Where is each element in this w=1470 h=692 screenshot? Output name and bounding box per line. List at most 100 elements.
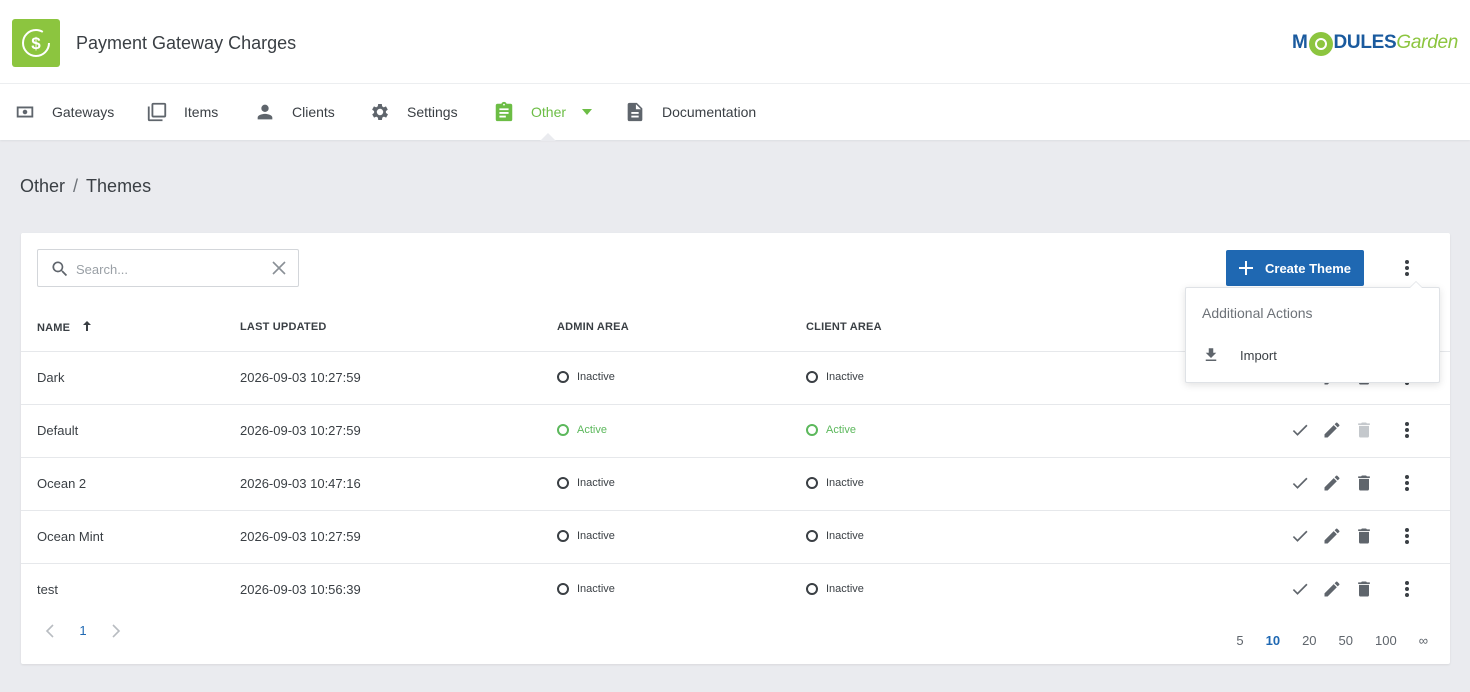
row-kebab-menu-icon[interactable] (1396, 472, 1418, 494)
admin-area-status-label: Inactive (577, 477, 615, 489)
client-area-status: Inactive (806, 477, 864, 489)
nav-item-items[interactable]: Items (146, 84, 218, 140)
nav-item-settings[interactable]: Settings (369, 84, 458, 140)
table-row: Ocean 2 2026-09-03 10:47:16 Inactive Inacti… (21, 457, 1450, 510)
breadcrumb: Other / Themes (20, 176, 151, 197)
logo-text-dules: DULES (1333, 32, 1397, 53)
activate-check-icon[interactable] (1289, 472, 1311, 494)
main-nav: Gateways Items Clients Settings Other Do… (0, 84, 1470, 140)
nav-item-documentation[interactable]: Documentation (624, 84, 756, 140)
row-kebab-menu-icon[interactable] (1396, 578, 1418, 600)
cell-name: Ocean 2 (37, 476, 87, 491)
chevron-left-icon[interactable] (45, 623, 55, 638)
status-dot (806, 424, 818, 436)
nav-active-pointer (540, 133, 556, 141)
cell-last-updated: 2026-09-03 10:27:59 (240, 370, 361, 385)
column-header-admin-area[interactable]: ADMIN AREA (557, 321, 629, 333)
copy-icon (147, 102, 167, 122)
status-dot (806, 477, 818, 489)
breadcrumb-current: Themes (86, 176, 152, 196)
create-theme-button[interactable]: Create Theme (1226, 250, 1364, 286)
logo-text-garden: Garden (1396, 32, 1458, 53)
table-row: Default 2026-09-03 10:27:59 Active Active (21, 404, 1450, 457)
client-area-status: Inactive (806, 371, 864, 383)
page-size-option[interactable]: 10 (1266, 633, 1280, 648)
cell-last-updated: 2026-09-03 10:47:16 (240, 476, 361, 491)
edit-pencil-icon[interactable] (1321, 419, 1343, 441)
cell-name: Default (37, 423, 79, 438)
admin-area-status: Inactive (557, 583, 615, 595)
clipboard-icon (495, 101, 513, 122)
more-actions-button[interactable] (1397, 255, 1417, 281)
row-actions (1289, 419, 1428, 441)
client-area-status-label: Inactive (826, 477, 864, 489)
breadcrumb-parent[interactable]: Other (20, 176, 65, 196)
row-actions (1289, 525, 1428, 547)
client-area-status: Active (806, 424, 856, 436)
row-kebab-menu-icon[interactable] (1396, 419, 1418, 441)
money-icon (16, 106, 34, 118)
additional-actions-dropdown: Additional Actions Import (1185, 281, 1440, 383)
cell-name: Ocean Mint (37, 529, 104, 544)
edit-pencil-icon[interactable] (1321, 472, 1343, 494)
row-kebab-menu-icon[interactable] (1396, 525, 1418, 547)
app-title: Payment Gateway Charges (76, 33, 297, 53)
search-input[interactable] (76, 259, 256, 279)
page-size-option[interactable]: ∞ (1419, 633, 1428, 648)
sort-ascending-icon (83, 321, 92, 331)
client-area-status: Inactive (806, 583, 864, 595)
admin-area-status-label: Inactive (577, 530, 615, 542)
column-header-last-updated[interactable]: LAST UPDATED (240, 321, 327, 333)
status-dot (557, 371, 569, 383)
nav-item-other[interactable]: Other (493, 84, 593, 140)
client-area-status: Inactive (806, 530, 864, 542)
delete-trash-icon[interactable] (1353, 472, 1375, 494)
page-size-selector: 5 10 20 50 100 ∞ (1214, 633, 1428, 648)
chevron-right-icon[interactable] (111, 623, 121, 638)
admin-area-status: Active (557, 424, 607, 436)
activate-check-icon[interactable] (1289, 525, 1311, 547)
client-area-status-label: Active (826, 424, 856, 436)
cell-last-updated: 2026-09-03 10:56:39 (240, 582, 361, 597)
dollar-refresh-icon: $ (22, 29, 50, 57)
activate-check-icon[interactable] (1289, 419, 1311, 441)
status-dot (557, 477, 569, 489)
nav-label-documentation: Documentation (662, 104, 757, 120)
nav-item-clients[interactable]: Clients (254, 84, 335, 140)
page-number-current[interactable]: 1 (71, 623, 95, 638)
delete-trash-icon[interactable] (1353, 525, 1375, 547)
column-header-client-area[interactable]: CLIENT AREA (806, 321, 882, 333)
breadcrumb-separator: / (73, 176, 79, 196)
edit-pencil-icon[interactable] (1321, 578, 1343, 600)
close-icon[interactable] (272, 261, 286, 275)
gear-icon (372, 104, 388, 120)
page-size-option[interactable]: 5 (1236, 633, 1243, 648)
search-box (37, 249, 299, 287)
cell-last-updated: 2026-09-03 10:27:59 (240, 423, 361, 438)
nav-item-gateways[interactable]: Gateways (14, 84, 114, 140)
create-theme-label: Create Theme (1265, 260, 1351, 276)
import-menu-item[interactable]: Import (1202, 346, 1277, 364)
app-header: $ Payment Gateway Charges M DULES Garden (0, 0, 1470, 84)
page-size-option[interactable]: 50 (1339, 633, 1353, 648)
nav-label-clients: Clients (292, 104, 335, 120)
admin-area-status-label: Inactive (577, 583, 615, 595)
status-dot (806, 371, 818, 383)
activate-check-icon[interactable] (1289, 578, 1311, 600)
page-size-option[interactable]: 20 (1302, 633, 1316, 648)
status-dot (557, 583, 569, 595)
nav-label-gateways: Gateways (52, 104, 115, 120)
dropdown-title: Additional Actions (1202, 305, 1313, 321)
table-row: Ocean Mint 2026-09-03 10:27:59 Inactive Ina… (21, 510, 1450, 563)
person-icon (257, 104, 273, 120)
delete-trash-icon[interactable] (1353, 578, 1375, 600)
cell-name: Dark (37, 370, 65, 385)
edit-pencil-icon[interactable] (1321, 525, 1343, 547)
column-header-name[interactable]: NAME (37, 321, 92, 334)
nav-label-settings: Settings (407, 104, 458, 120)
logo-text-m: M (1291, 32, 1308, 53)
page-size-option[interactable]: 100 (1375, 633, 1397, 648)
delete-trash-icon[interactable] (1353, 419, 1375, 441)
table-row: test 2026-09-03 10:56:39 Inactive Inactive (21, 563, 1450, 616)
modulesgarden-logo[interactable]: M DULES Garden (1291, 31, 1458, 56)
